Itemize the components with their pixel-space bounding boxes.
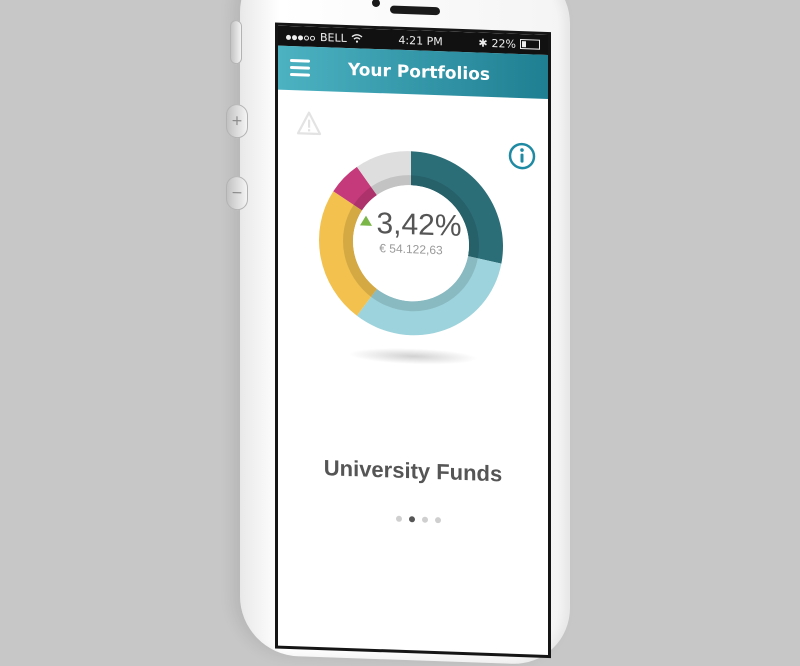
portfolio-summary: 3,42% € 54.122,63 xyxy=(316,205,506,260)
page-dot[interactable] xyxy=(409,516,415,523)
volume-down-button: − xyxy=(226,175,248,211)
battery-icon xyxy=(519,39,540,50)
volume-up-button: + xyxy=(226,103,248,139)
hamburger-menu-icon[interactable] xyxy=(290,58,310,78)
bluetooth-icon: ✱ xyxy=(478,36,488,50)
wifi-icon xyxy=(351,34,363,43)
phone-screen: BELL 4:21 PM ✱ 22% Your Portfolios 3,42%… xyxy=(278,25,548,655)
front-camera xyxy=(372,0,380,8)
status-time: 4:21 PM xyxy=(398,33,443,48)
signal-strength-icon xyxy=(286,29,316,43)
info-circle-icon[interactable] xyxy=(508,142,536,171)
trend-up-icon xyxy=(360,215,373,226)
earpiece-speaker xyxy=(390,5,440,16)
carrier-label: BELL xyxy=(320,30,347,45)
phone-device: + − BELL 4:21 PM ✱ 22% Your Portfolios 3… xyxy=(226,0,570,666)
page-title: Your Portfolios xyxy=(347,60,490,85)
page-indicator xyxy=(396,515,441,524)
change-percent: 3,42% xyxy=(376,207,462,243)
page-dot[interactable] xyxy=(435,517,441,524)
page-dot[interactable] xyxy=(422,516,428,523)
battery-percent: 22% xyxy=(491,36,516,51)
page-dot[interactable] xyxy=(396,515,402,522)
donut-shadow xyxy=(348,346,478,367)
mute-switch xyxy=(230,19,242,65)
warning-triangle-icon[interactable] xyxy=(296,110,322,137)
navigation-bar: Your Portfolios xyxy=(278,45,548,99)
portfolio-name: University Funds xyxy=(323,455,503,487)
